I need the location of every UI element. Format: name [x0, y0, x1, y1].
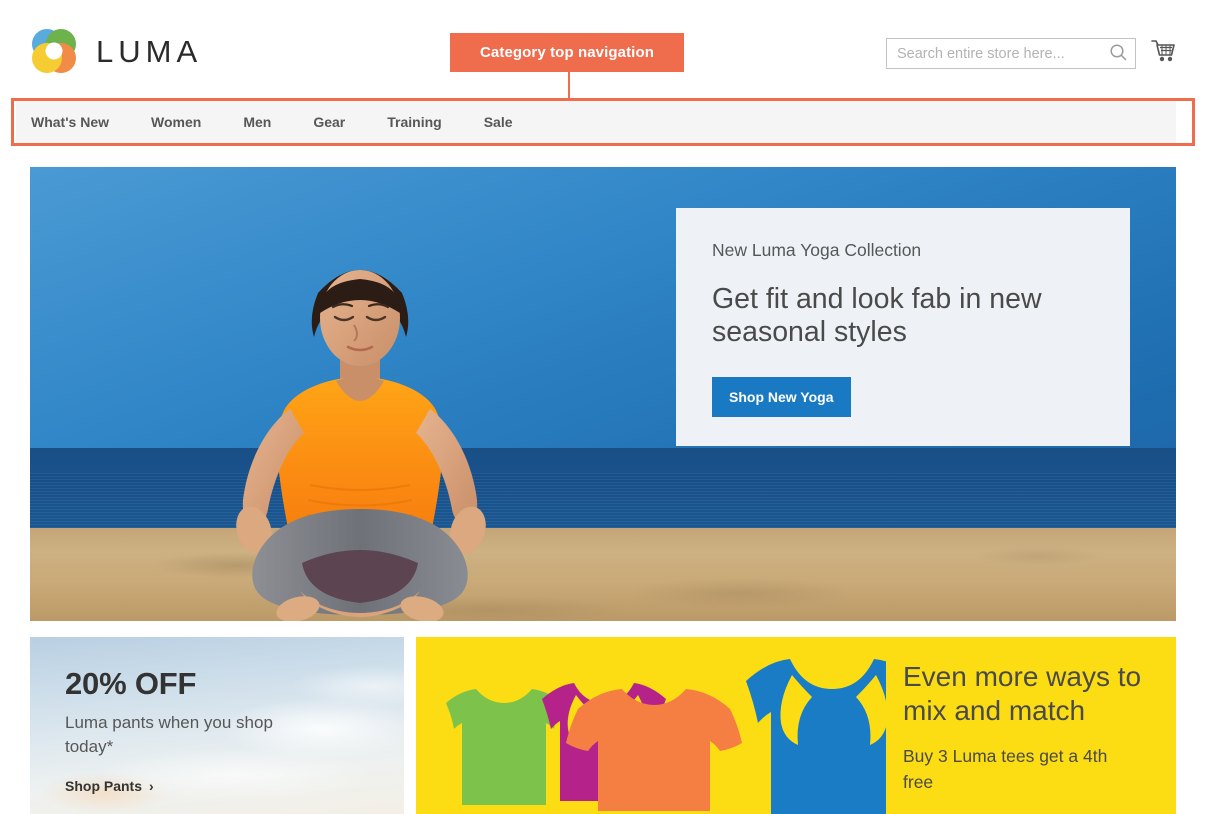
annotation-callout: Category top navigation [450, 33, 684, 72]
logo-wordmark: LUMA [96, 34, 203, 69]
nav-item-training[interactable]: Training [387, 114, 441, 130]
chevron-right-icon: › [149, 778, 154, 795]
green-tank-shape [446, 689, 562, 805]
luma-storefront-page: LUMA Search entire store here... Categor… [0, 0, 1208, 814]
hero-model-image [150, 205, 570, 621]
hero-text-panel: New Luma Yoga Collection Get fit and loo… [676, 208, 1130, 446]
search-button[interactable] [1101, 39, 1135, 68]
promo-tees-subtext: Buy 3 Luma tees get a 4th free [903, 746, 1108, 792]
cart-button[interactable] [1146, 36, 1180, 70]
annotation-connector-line [568, 72, 570, 100]
nav-item-sale[interactable]: Sale [484, 114, 513, 130]
site-logo[interactable]: LUMA [28, 26, 202, 78]
promo-tile-tees[interactable]: Even more ways to mix and match Buy 3 Lu… [416, 637, 1176, 814]
nav-item-women[interactable]: Women [151, 114, 201, 130]
promo-pants-subtext: Luma pants when you shop today* [65, 713, 273, 757]
promo-pants-headline: 20% OFF [65, 666, 197, 701]
hero-title: Get fit and look fab in new seasonal sty… [712, 283, 1042, 349]
shop-new-yoga-button[interactable]: Shop New Yoga [712, 376, 851, 417]
search-icon [1109, 43, 1128, 65]
search-input[interactable] [887, 39, 1101, 68]
hero-banner: New Luma Yoga Collection Get fit and loo… [30, 167, 1176, 621]
search-box[interactable] [886, 38, 1136, 69]
nav-item-men[interactable]: Men [243, 114, 271, 130]
luma-rings-logo-icon [28, 26, 80, 78]
shop-pants-link-label: Shop Pants [65, 778, 143, 795]
shopping-cart-icon [1150, 39, 1177, 67]
nav-item-whats-new[interactable]: What's New [31, 114, 109, 130]
shop-pants-link[interactable]: Shop Pants › [65, 778, 275, 794]
shirt-silhouettes-image [416, 637, 918, 814]
promo-tees-title: Even more ways to mix and match [903, 661, 1142, 726]
hero-eyebrow: New Luma Yoga Collection [712, 240, 922, 260]
annotation-label: Category top navigation [480, 44, 654, 61]
category-top-navigation: What's New Women Men Gear Training Sale [16, 101, 1176, 143]
blue-racerback-shape [746, 659, 918, 814]
promo-tile-pants[interactable]: 20% OFF Luma pants when you shop today* … [30, 637, 404, 814]
nav-item-gear[interactable]: Gear [313, 114, 345, 130]
